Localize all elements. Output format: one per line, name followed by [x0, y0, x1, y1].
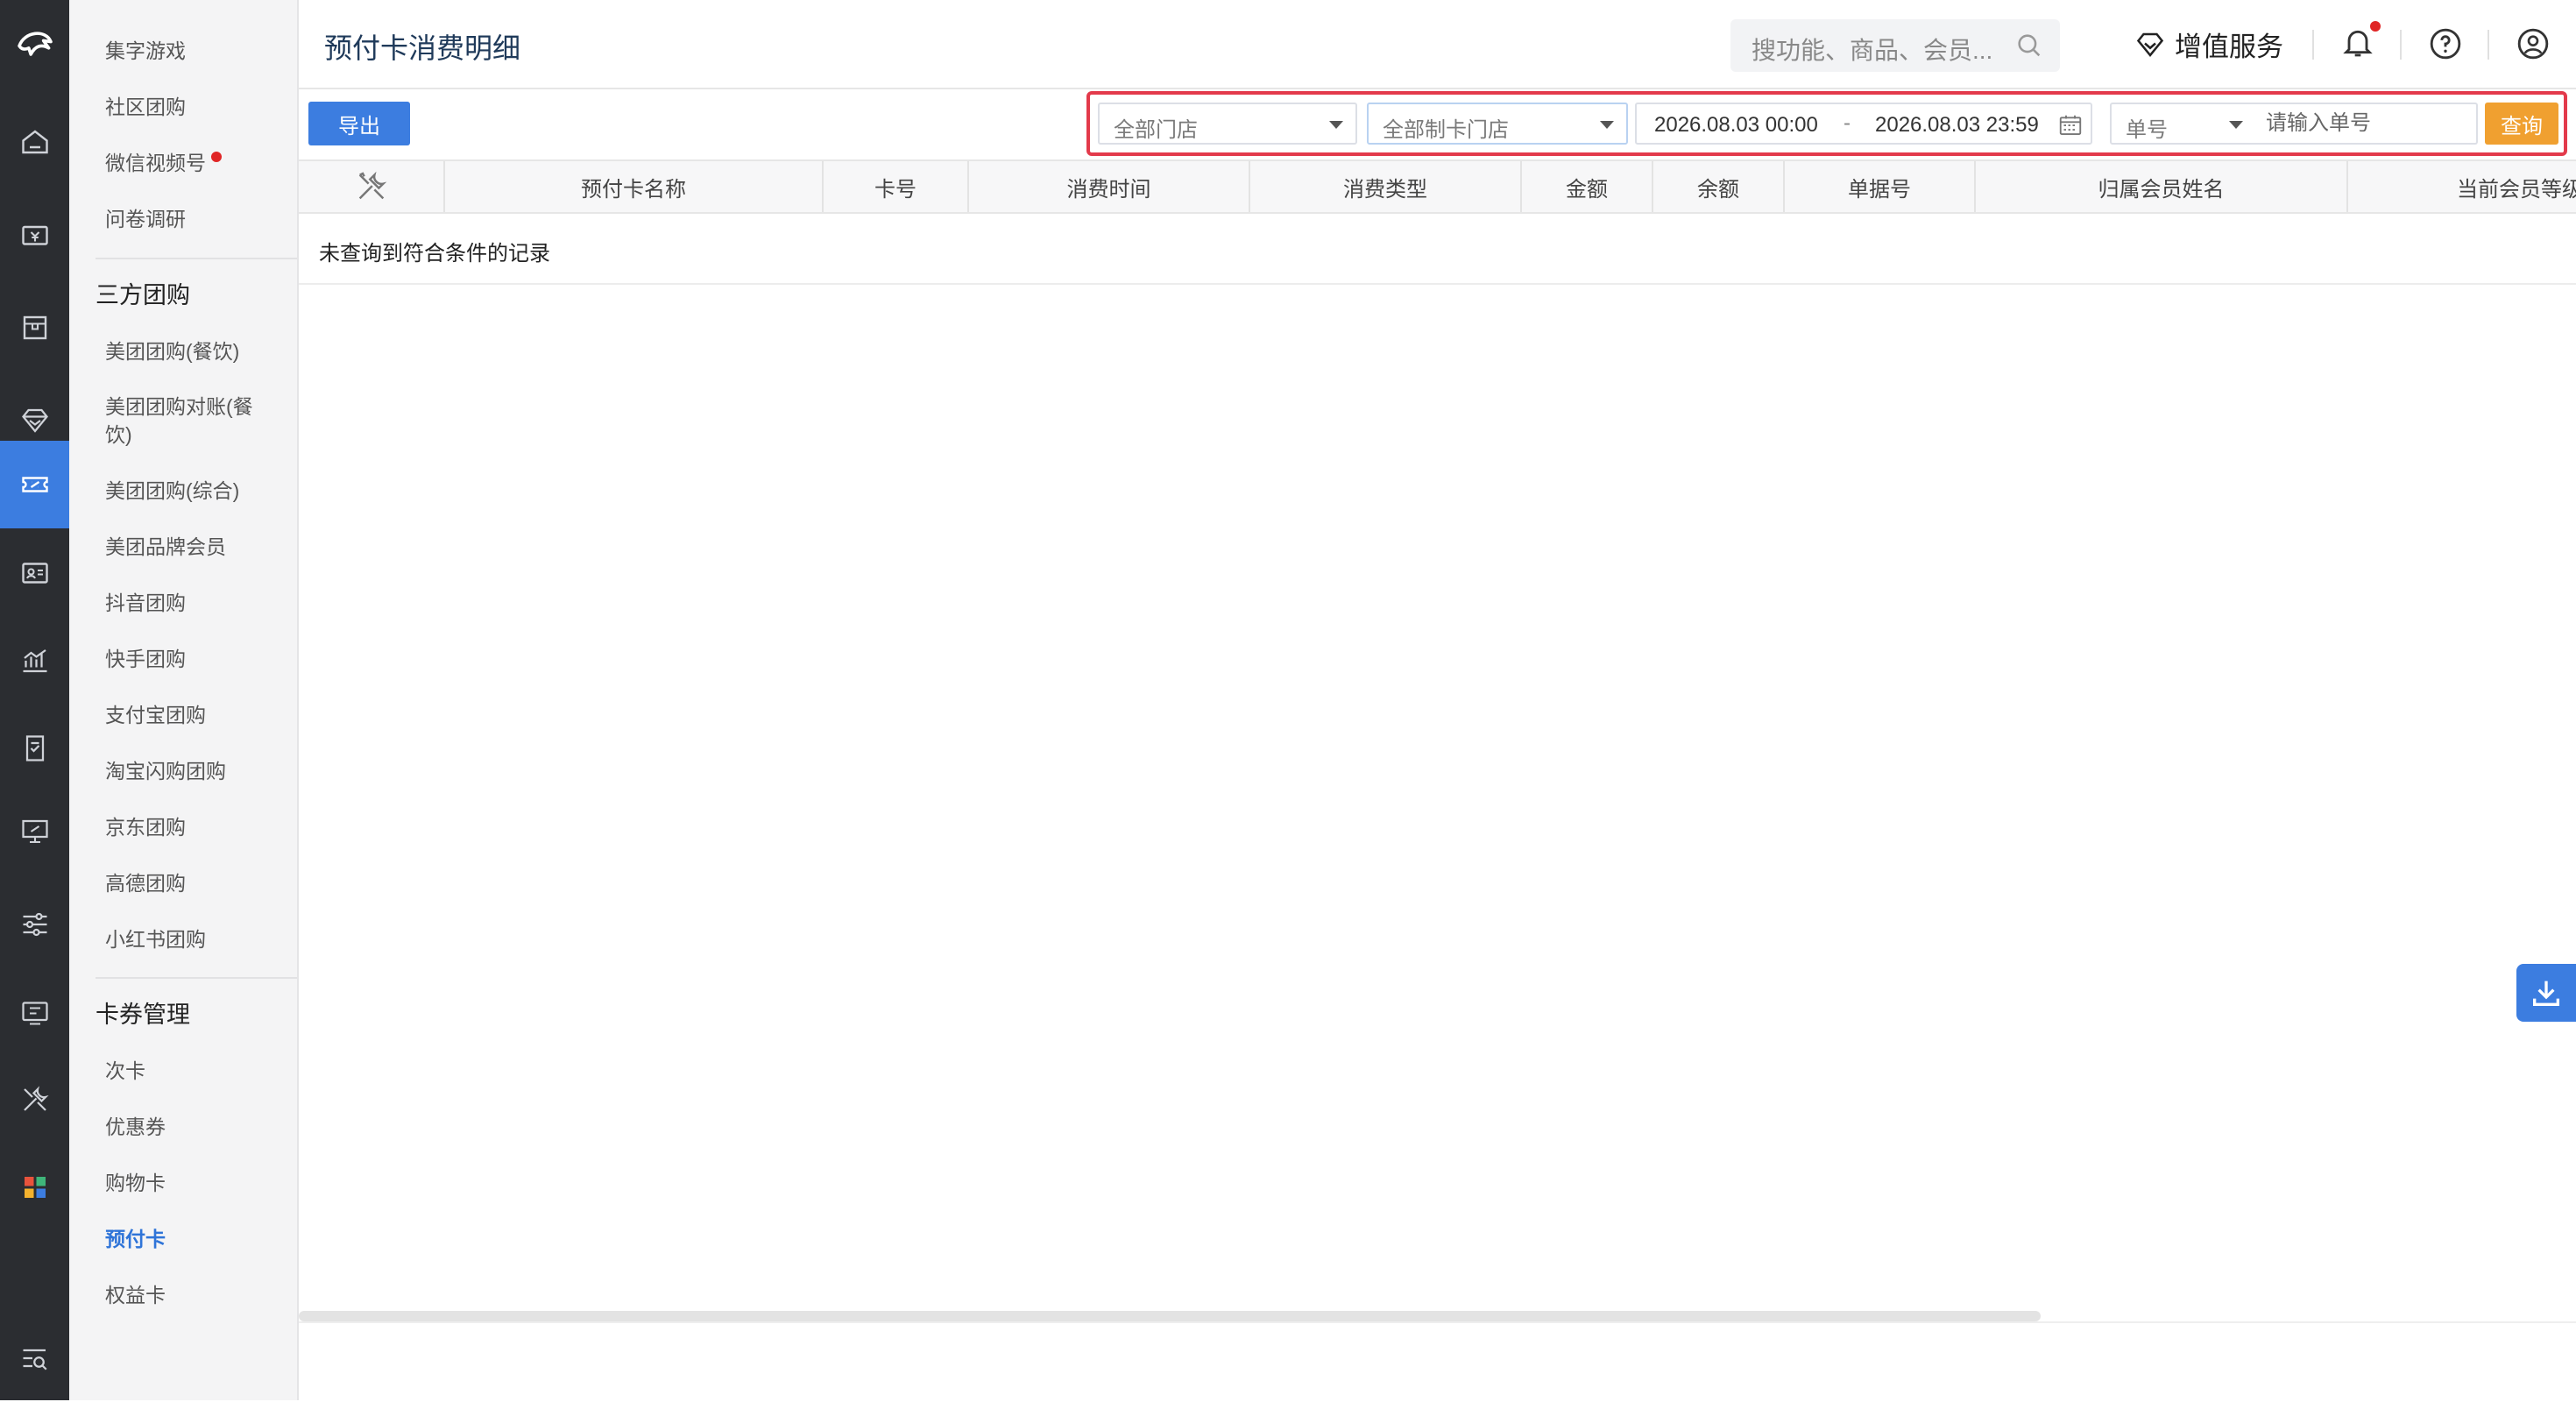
divider	[2312, 30, 2314, 60]
chevron-down-icon	[2229, 121, 2243, 129]
divider	[299, 1321, 2576, 1323]
order-number-input[interactable]	[2255, 103, 2478, 145]
diamond-icon	[2136, 32, 2164, 57]
field-type-value: 单号	[2126, 118, 2168, 142]
column-header-card-no[interactable]: 卡号	[824, 161, 969, 212]
sidebar-item-amap[interactable]: 高德团购	[105, 870, 186, 896]
home-icon[interactable]	[0, 98, 69, 186]
value-added-service-button[interactable]: 增值服务	[2134, 25, 2283, 64]
sidebar-item-xiaohongshu[interactable]: 小红书团购	[105, 926, 206, 952]
date-end: 2026.08.03 23:59	[1875, 113, 2039, 137]
sidebar-item-shopping-card[interactable]: 购物卡	[105, 1170, 166, 1196]
card-store-select-value: 全部制卡门店	[1383, 118, 1509, 142]
column-header-consume-time[interactable]: 消费时间	[969, 161, 1250, 212]
column-header-member-level[interactable]: 当前会员等级	[2348, 161, 2576, 212]
goods-icon[interactable]	[0, 284, 69, 372]
logo-icon[interactable]	[0, 9, 69, 79]
value-added-label: 增值服务	[2175, 32, 2283, 62]
section-title-card-management: 卡券管理	[96, 1002, 190, 1028]
column-settings-cell[interactable]	[299, 161, 445, 212]
empty-state-text: 未查询到符合条件的记录	[319, 242, 550, 266]
notification-dot	[2370, 21, 2381, 32]
settings-sliders-icon[interactable]	[0, 881, 69, 968]
date-range-picker[interactable]: 2026.08.03 00:00 - 2026.08.03 23:59	[1635, 103, 2092, 145]
sidebar-item-times-card[interactable]: 次卡	[105, 1058, 145, 1084]
help-icon[interactable]	[2428, 26, 2463, 66]
column-header-order-no[interactable]: 单据号	[1785, 161, 1976, 212]
column-header-balance[interactable]: 余额	[1653, 161, 1785, 212]
sidebar-item-meituan-general[interactable]: 美团团购(综合)	[105, 478, 239, 504]
sidebar-item-prepaid-card[interactable]: 预付卡	[105, 1226, 166, 1252]
sub-navigation: 集字游戏 社区团购 微信视频号 问卷调研 三方团购 美团团购(餐饮) 美团团购对…	[69, 0, 299, 1400]
cashier-icon[interactable]	[0, 191, 69, 279]
sidebar-item-label: 微信视频号	[105, 152, 206, 174]
card-store-select[interactable]: 全部制卡门店	[1367, 103, 1628, 145]
section-title-third-party-group: 三方团购	[96, 282, 190, 308]
user-avatar-icon[interactable]	[2516, 26, 2551, 66]
sidebar-item-coupon[interactable]: 优惠券	[105, 1114, 166, 1140]
column-header-card-name[interactable]: 预付卡名称	[445, 161, 824, 212]
date-start: 2026.08.03 00:00	[1654, 113, 1818, 137]
icon-rail	[0, 0, 69, 1400]
column-header-consume-type[interactable]: 消费类型	[1250, 161, 1522, 212]
sidebar-item-kuaishou[interactable]: 快手团购	[105, 646, 186, 672]
divider	[96, 977, 297, 979]
report-chart-icon[interactable]	[0, 617, 69, 705]
marketing-ticket-icon[interactable]	[0, 441, 69, 528]
sidebar-item-community-group[interactable]: 社区团购	[105, 94, 186, 120]
sidebar-item-benefit-card[interactable]: 权益卡	[105, 1282, 166, 1308]
search-placeholder: 搜功能、商品、会员...	[1752, 37, 1993, 64]
notification-bell-icon[interactable]	[2340, 21, 2381, 64]
sidebar-item-jd[interactable]: 京东团购	[105, 814, 186, 840]
query-button[interactable]: 查询	[2485, 103, 2558, 145]
divider	[299, 283, 2576, 285]
chevron-down-icon	[1600, 121, 1614, 129]
device-icon[interactable]	[0, 968, 69, 1056]
global-search-input[interactable]: 搜功能、商品、会员...	[1730, 19, 2060, 72]
sidebar-item-wechat-video[interactable]: 微信视频号	[105, 150, 222, 176]
sidebar-item-word-game[interactable]: 集字游戏	[105, 38, 186, 64]
sidebar-item-clipped[interactable]	[105, 0, 110, 14]
column-header-member-name[interactable]: 归属会员姓名	[1976, 161, 2348, 212]
download-icon[interactable]	[2516, 964, 2576, 1022]
search-icon[interactable]	[2014, 31, 2044, 65]
finance-doc-icon[interactable]	[0, 705, 69, 792]
sidebar-item-survey[interactable]: 问卷调研	[105, 206, 186, 232]
sidebar-item-alipay[interactable]: 支付宝团购	[105, 702, 206, 728]
store-screen-icon[interactable]	[0, 788, 69, 875]
sidebar-item-meituan-food[interactable]: 美团团购(餐饮)	[105, 338, 239, 365]
column-header-amount[interactable]: 金额	[1522, 161, 1653, 212]
horizontal-scrollbar[interactable]	[299, 1311, 2041, 1321]
page-title: 预付卡消费明细	[324, 32, 521, 64]
store-select[interactable]: 全部门店	[1098, 103, 1357, 145]
sidebar-item-taobao-flash[interactable]: 淘宝闪购团购	[105, 758, 226, 784]
calendar-icon[interactable]	[2057, 112, 2084, 145]
date-separator: -	[1844, 111, 1851, 135]
apps-grid-icon[interactable]	[0, 1144, 69, 1231]
member-card-icon[interactable]	[0, 529, 69, 617]
new-badge-dot	[211, 152, 222, 162]
sidebar-item-douyin[interactable]: 抖音团购	[105, 590, 186, 616]
table-header: 预付卡名称 卡号 消费时间 消费类型 金额 余额 单据号 归属会员姓名 当前会员…	[299, 159, 2576, 214]
field-type-select[interactable]: 单号	[2110, 103, 2257, 145]
divider	[2488, 30, 2489, 60]
menu-search-icon[interactable]	[0, 1314, 69, 1402]
sidebar-item-meituan-reconcile[interactable]: 美团团购对账(餐饮)	[105, 393, 267, 449]
export-button[interactable]: 导出	[308, 102, 410, 145]
divider	[2400, 30, 2402, 60]
sidebar-item-meituan-brand-member[interactable]: 美团品牌会员	[105, 534, 226, 560]
tools-icon[interactable]	[0, 1056, 69, 1144]
column-settings-icon	[358, 171, 386, 200]
divider	[96, 258, 297, 259]
top-bar: 预付卡消费明细 搜功能、商品、会员... 增值服务	[299, 0, 2576, 89]
chevron-down-icon	[1329, 121, 1343, 129]
store-select-value: 全部门店	[1114, 118, 1198, 142]
